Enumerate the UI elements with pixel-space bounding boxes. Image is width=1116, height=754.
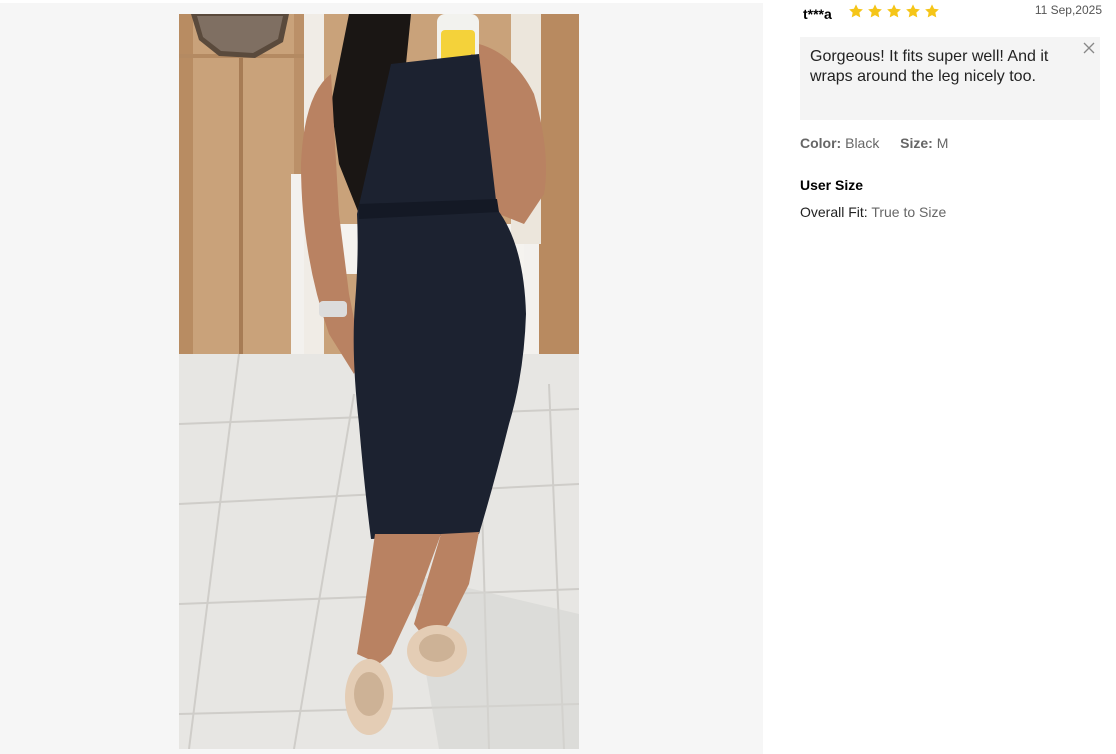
star-icon — [849, 4, 863, 18]
user-size-title: User Size — [800, 177, 864, 193]
size-label: Size: — [900, 135, 933, 151]
color-label: Color: — [800, 135, 842, 151]
star-icon — [868, 4, 882, 18]
review-photo[interactable] — [179, 14, 579, 749]
star-icon — [887, 4, 901, 18]
review-viewer: t***a 11 Sep,2025 Gorgeous! It fits supe… — [0, 0, 1116, 754]
photo-panel — [0, 3, 763, 754]
star-rating — [848, 3, 940, 19]
size-value: M — [936, 135, 949, 151]
review-text: Gorgeous! It fits super well! And it wra… — [810, 48, 1049, 85]
overall-fit: Overall Fit: True to Size — [800, 204, 946, 220]
star-icon — [906, 4, 920, 18]
color-value: Black — [845, 135, 880, 151]
close-icon[interactable] — [1082, 41, 1096, 55]
review-photo-image — [179, 14, 579, 749]
reviewer-name: t***a — [803, 6, 832, 22]
purchase-attributes: Color: Black Size: M — [800, 135, 948, 151]
review-text-box: Gorgeous! It fits super well! And it wra… — [800, 37, 1100, 120]
overall-fit-value: True to Size — [871, 204, 947, 220]
review-date: 11 Sep,2025 — [1034, 3, 1102, 17]
overall-fit-label: Overall Fit: — [800, 204, 868, 220]
review-header: t***a 11 Sep,2025 — [800, 0, 1102, 30]
star-icon — [925, 4, 939, 18]
review-detail: t***a 11 Sep,2025 Gorgeous! It fits supe… — [800, 0, 1102, 754]
